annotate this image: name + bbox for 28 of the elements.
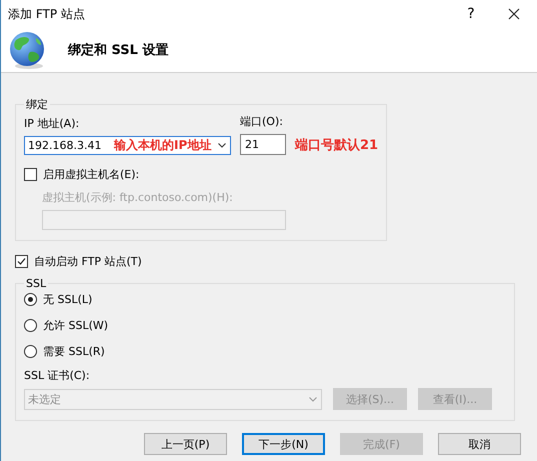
page-heading: 绑定和 SSL 设置 [68,42,168,59]
caret-icon [218,143,226,148]
radio-label: 允许 SSL(W) [43,318,108,333]
group-label: 绑定 [25,97,49,112]
radio-button[interactable] [24,293,37,306]
annotation: 输入本机的IP地址 [114,137,212,154]
group-label: SSL [25,277,48,290]
field-label: IP 地址(A): [24,116,80,131]
checkbox[interactable] [24,168,37,181]
field-label: 端口(O): [240,114,284,129]
close-icon [508,8,520,20]
field-label: 虚拟主机(示例: ftp.contoso.com)(H): [42,190,234,205]
field-label: SSL 证书(C): [24,368,91,383]
wizard-button[interactable]: 取消 [438,433,521,455]
annotation: 端口号默认21 [295,137,378,154]
radio-label: 需要 SSL(R) [43,344,105,359]
radio-button[interactable] [24,319,37,332]
wizard-button[interactable]: 上一页(P) [144,433,227,455]
port-field[interactable]: 21 [240,134,286,155]
radio-label: 无 SSL(L) [43,292,92,307]
caret-icon [309,397,317,402]
checkbox[interactable] [15,255,28,268]
wizard-button[interactable]: 下一步(N) [242,433,325,455]
help-button[interactable]: ? [451,6,491,22]
window-title: 添加 FTP 站点 [8,6,86,22]
radio-button[interactable] [24,345,37,358]
checkbox-label: 启用虚拟主机名(E): [43,167,140,182]
checkbox-label: 自动启动 FTP 站点(T) [34,254,142,269]
